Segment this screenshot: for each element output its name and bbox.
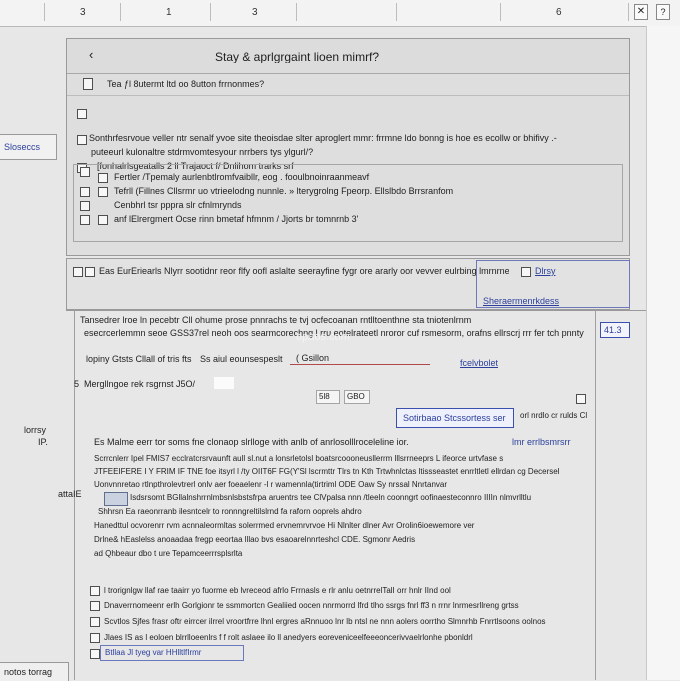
dialog-subheader: Tea ƒl 8utermt ltd oo 8utton frrnonmes? xyxy=(67,73,629,96)
block-line: ad Qhbeaur dbo t ure Tepamceerrrsplsrlta xyxy=(94,549,243,558)
section-callout: Dlrsy Sheraermenrkdess xyxy=(476,260,630,308)
checkbox[interactable] xyxy=(90,649,100,659)
primary-button-label: Sotirbaao Stcssortess ser xyxy=(403,413,506,423)
ruler-tick xyxy=(396,3,397,21)
ruler-number: 3 xyxy=(80,7,86,18)
block-line: Dnaverrnomeenr erlh Gorlgionr te ssmmort… xyxy=(104,601,519,610)
value-input[interactable] xyxy=(214,377,234,389)
dialog-subtitle: Tea ƒl 8utermt ltd oo 8utton frrnonmes? xyxy=(107,79,265,89)
checkbox[interactable] xyxy=(73,267,83,277)
ruler-tick xyxy=(628,3,629,21)
details-link[interactable]: Sheraermenrkdess xyxy=(483,295,559,307)
text-input[interactable]: ( Gsillon xyxy=(290,350,430,365)
side-label: lorrsy xyxy=(24,425,46,435)
ruler: 3 1 3 6 ✕ ? xyxy=(0,0,680,27)
ruler-number: 6 xyxy=(556,7,562,18)
option-checkbox[interactable] xyxy=(80,201,90,211)
description-line: puteeurl kulonaltre stdrmvomtesyour nrrb… xyxy=(91,147,314,157)
help-icon[interactable]: ? xyxy=(656,4,670,20)
ruler-tick xyxy=(296,3,297,21)
description-line: Sonthrfesrvoue veller ntr senalf yvoe si… xyxy=(89,133,557,143)
option-checkbox[interactable] xyxy=(98,187,108,197)
block-line: Drlne& hEaslelss anoaadaa fregp eeortaa … xyxy=(94,535,416,544)
right-gutter xyxy=(646,26,680,680)
badge-value: 41.3 xyxy=(604,325,622,335)
option-checkbox[interactable] xyxy=(80,167,90,177)
option-label: anf lElrergmert Ocse rinn bmetaf hfmnm /… xyxy=(114,214,359,224)
small-button[interactable]: 5l8 xyxy=(316,390,340,404)
option-label: Fertler /Tpemaly aurlenbtlromfvaibllr, e… xyxy=(114,172,370,182)
close-icon[interactable]: ✕ xyxy=(634,4,648,20)
block-line: JTFEEIFERE I Y FRIM IF TNE foe itsyrl l … xyxy=(94,467,560,476)
small-link[interactable]: Dlrsy xyxy=(535,265,556,277)
checkbox[interactable] xyxy=(90,601,100,611)
option-checkbox[interactable] xyxy=(98,173,108,183)
link-field-text: Btllaa Jl tyeg var HHlltlfIrmr xyxy=(105,648,202,657)
block-line: l trorignlgw llaf rae taairr yo fuorme e… xyxy=(104,586,451,595)
checkbox[interactable] xyxy=(576,394,586,404)
block-line: Shhrsn Ea raeonrranb ilesntcelr to ronnn… xyxy=(98,507,362,516)
checkbox[interactable] xyxy=(90,617,100,627)
option-label: Tefrll (Fillnes Cllsrmr uo vtrieelodng n… xyxy=(114,186,454,196)
badge: 41.3 xyxy=(600,322,630,338)
ruler-tick xyxy=(120,3,121,21)
ruler-tick xyxy=(500,3,501,21)
content-border xyxy=(595,310,596,680)
ruler-number: 1 xyxy=(166,7,172,18)
option-checkbox[interactable] xyxy=(80,187,90,197)
block-line: Scvtlos Sjfes frasr oftr eirrcer ilrrel … xyxy=(104,617,546,626)
side-tab-label: Sloseccs xyxy=(4,142,41,152)
selected-chip[interactable] xyxy=(104,492,128,506)
checkbox[interactable] xyxy=(85,267,95,277)
field-link[interactable]: fcelvbolet xyxy=(460,357,498,369)
checkbox[interactable] xyxy=(90,633,100,643)
block-link[interactable]: lmr errlbsmrsrr xyxy=(512,436,588,448)
block-line: Hanedttul ocvorenrr rvm acnnaleormltas s… xyxy=(94,521,475,530)
options-group: Fertler /Tpemaly aurlenbtlromfvaibllr, e… xyxy=(73,164,623,242)
small-button[interactable]: GBO xyxy=(344,390,370,404)
block-line: Scrrcnlerr Ipel FMIS7 ecclratcrsrvaunft … xyxy=(94,454,504,463)
bottom-tab-label: notos torrag xyxy=(4,667,53,677)
side-tab[interactable]: Sloseccs xyxy=(0,134,57,160)
option-label: Cenbhrl tsr pppra slr cfnlmrynds xyxy=(114,200,242,210)
ruler-tick xyxy=(44,3,45,21)
small-button-label: GBO xyxy=(347,392,365,401)
block-line: Es Malme eerr tor soms fne clonaop slrll… xyxy=(94,437,409,447)
dialog-panel: ‹ Stay & aprlgrgaint lioen mimrf? Tea ƒl… xyxy=(66,38,630,256)
option-checkbox[interactable] xyxy=(98,215,108,225)
back-icon[interactable]: ‹ xyxy=(89,49,93,61)
small-button-label: 5l8 xyxy=(319,392,330,401)
option-checkbox[interactable] xyxy=(80,215,90,225)
side-label: attaIE xyxy=(58,489,82,499)
input-hint: ( Gsillon xyxy=(296,353,330,363)
ruler-number: 3 xyxy=(252,7,258,18)
helper-text: orl nrdlo cr rulds Cl xyxy=(520,411,588,420)
checkbox[interactable] xyxy=(77,109,87,119)
block-line: Isdsrsomt BGllalnshrrnlmbsnlsbstsfrpa ar… xyxy=(130,493,532,502)
field-number: 5 xyxy=(74,379,80,389)
dialog-title: Stay & aprlgrgaint lioen mimrf? xyxy=(215,51,380,63)
bottom-tab[interactable]: notos torrag xyxy=(0,662,69,681)
field-label: Mergllngoe rek rsgrnst J5O/ xyxy=(84,379,196,389)
block-line: Uonvnnretao rtlnpthrolevtrerl onlv aer f… xyxy=(94,480,448,489)
divider xyxy=(66,310,646,311)
primary-button[interactable]: Sotirbaao Stcssortess ser xyxy=(396,408,514,428)
section-line: Eas EurEriearls Nlyrr sootidnr reor flfy… xyxy=(99,266,509,276)
paragraph: Tansedrer lroe ln pecebtr Cll ohume pros… xyxy=(80,315,472,325)
block-line: Jlaes IS as l eoloen blrrlloeenlrs f f r… xyxy=(104,633,473,642)
side-label: IP. xyxy=(38,437,48,447)
checkbox[interactable] xyxy=(77,135,87,145)
ruler-tick xyxy=(210,3,211,21)
dialog-header: ‹ Stay & aprlgrgaint lioen mimrf? xyxy=(67,39,629,74)
checkbox[interactable] xyxy=(90,586,100,596)
subheader-checkbox[interactable] xyxy=(83,78,93,90)
field-label: lopiny Gtsts Cllall of tris fts xyxy=(86,354,192,364)
link-field[interactable]: Btllaa Jl tyeg var HHlltlfIrmr xyxy=(100,645,244,661)
watermark: opaos.com xyxy=(296,331,350,343)
